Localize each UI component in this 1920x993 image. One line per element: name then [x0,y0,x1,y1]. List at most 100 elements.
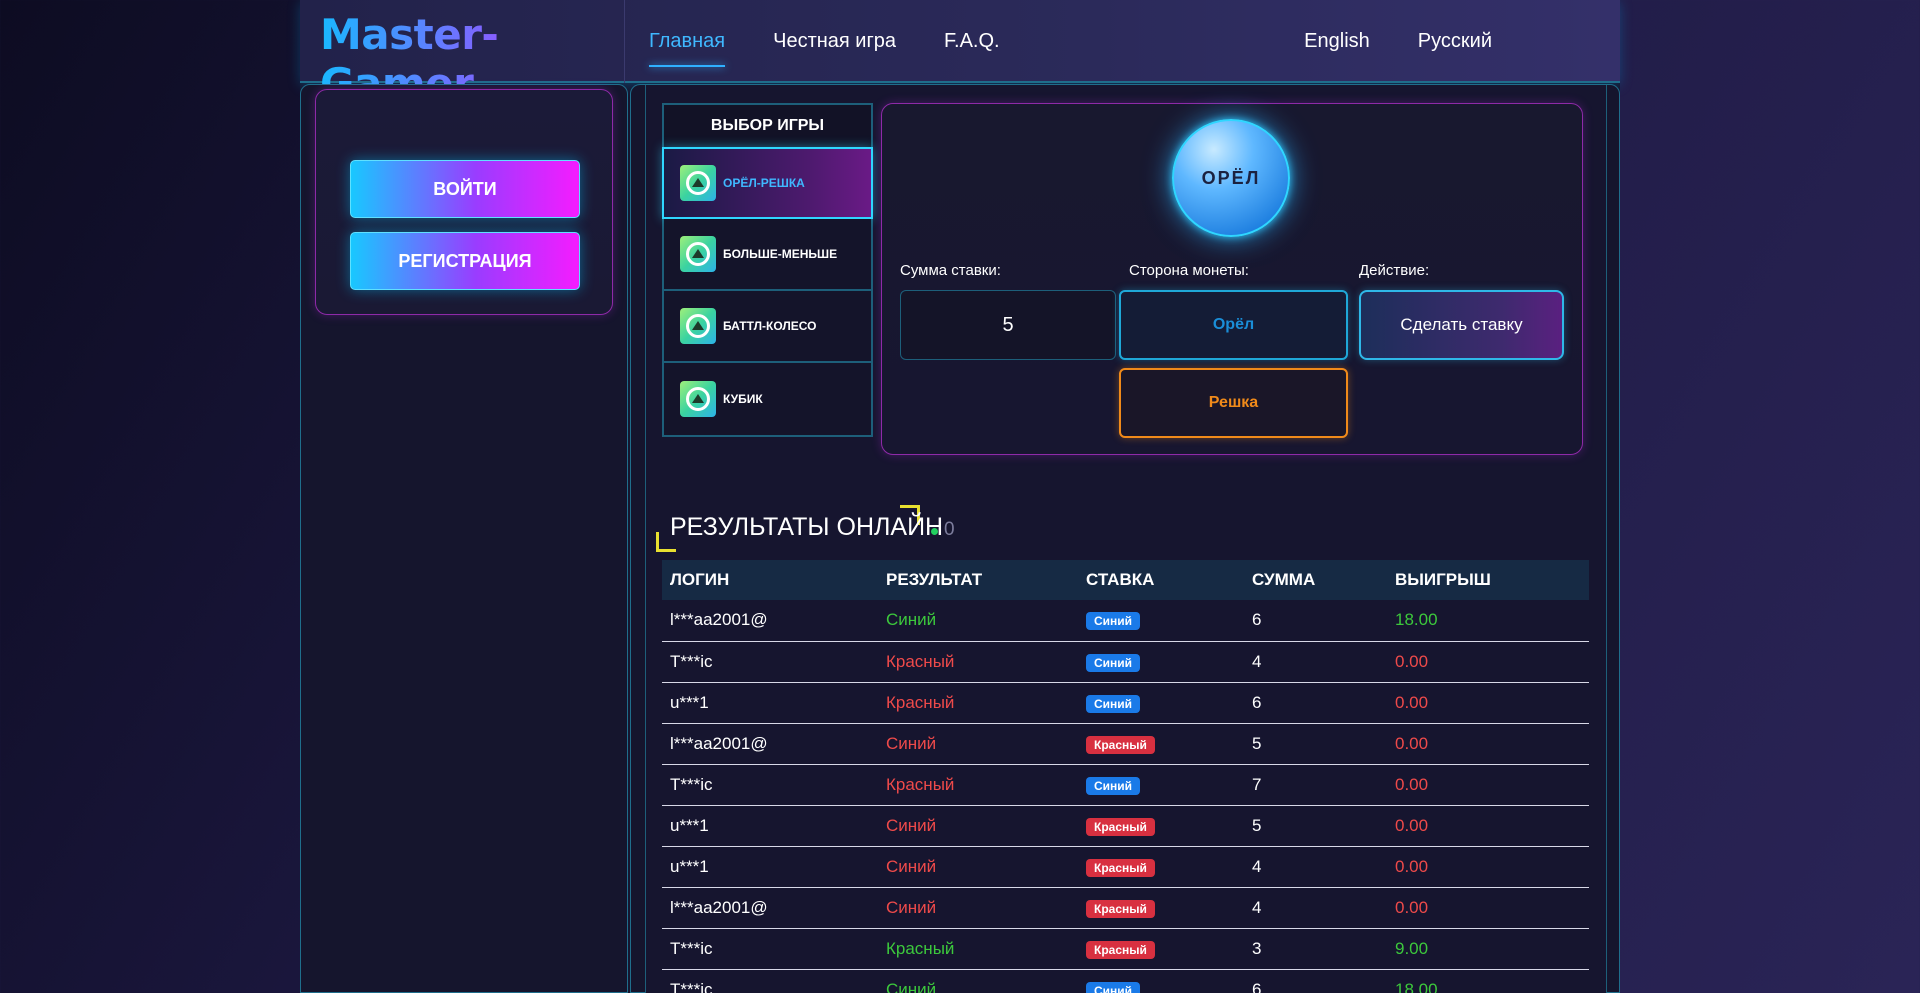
cell-win: 9.00 [1387,928,1589,970]
table-row: u***1 Синий Красный 4 0.00 [662,846,1589,888]
table-row: l***aa2001@ Синий Синий 6 18.00 [662,600,1589,642]
cell-bet: Синий [1078,764,1244,806]
table-row: u***1 Синий Красный 5 0.00 [662,805,1589,847]
register-button[interactable]: РЕГИСТРАЦИЯ [350,232,580,290]
login-button[interactable]: ВОЙТИ [350,160,580,218]
nav-faq[interactable]: F.A.Q. [944,30,1000,53]
cell-sum: 6 [1244,600,1387,642]
bet-badge: Синий [1086,694,1141,713]
cell-result: Красный [878,641,1078,683]
cell-sum: 3 [1244,928,1387,970]
cell-win: 0.00 [1387,682,1589,724]
game-item-dice[interactable]: КУБИК [664,363,871,435]
cell-sum: 5 [1244,805,1387,847]
triangle-in-circle-icon [680,308,716,344]
cell-login: l***aa2001@ [662,887,878,929]
main-nav: Главная Честная игра F.A.Q. [649,0,1048,83]
cell-sum: 5 [1244,723,1387,765]
cell-sum: 6 [1244,682,1387,724]
bet-amount-label: Сумма ставки: [900,262,1001,279]
cell-bet: Красный [1078,928,1244,970]
results-body: l***aa2001@ Синий Синий 6 18.00 T***ic Красный… [662,600,1589,993]
nav-fair-play[interactable]: Честная игра [773,30,896,53]
nav-home[interactable]: Главная [649,30,726,67]
main-inner: ВЫБОР ИГРЫ ОРЁЛ-РЕШКА БОЛЬШЕ-МЕНЬШЕ БАТТ… [645,85,1607,993]
game-item-heads-tails[interactable]: ОРЁЛ-РЕШКА [662,147,873,219]
results-title: РЕЗУЛЬТАТЫ ОНЛАЙН [670,513,944,541]
header: Master-Gamer Главная Честная игра F.A.Q.… [300,0,1620,108]
column-header: ВЫИГРЫШ [1387,560,1589,600]
action-label: Действие: [1359,262,1430,279]
online-count: 0 [944,519,955,540]
cell-login: u***1 [662,805,878,847]
sidebar: ВОЙТИ РЕГИСТРАЦИЯ [300,84,628,993]
logo-area: Master-Gamer [300,0,625,108]
cell-sum: 4 [1244,887,1387,929]
triangle-in-circle-icon [680,381,716,417]
auth-box: ВОЙТИ РЕГИСТРАЦИЯ [315,89,613,315]
table-row: T***ic Красный Синий 4 0.00 [662,641,1589,683]
bet-badge: Синий [1086,776,1141,795]
column-header: РЕЗУЛЬТАТ [878,560,1078,600]
table-row: T***ic Красный Красный 3 9.00 [662,928,1589,970]
game-select-title: ВЫБОР ИГРЫ [664,105,871,149]
online-indicator-icon [931,528,938,535]
cell-win: 0.00 [1387,805,1589,847]
cell-win: 0.00 [1387,846,1589,888]
cell-result: Синий [878,846,1078,888]
table-row: l***aa2001@ Синий Красный 4 0.00 [662,887,1589,929]
table-header-row: ЛОГИН РЕЗУЛЬТАТ СТАВКА СУММА ВЫИГРЫШ [662,560,1589,600]
lang-english[interactable]: English [1304,30,1370,53]
bet-badge: Синий [1086,981,1141,993]
cell-sum: 7 [1244,764,1387,806]
cell-sum: 4 [1244,641,1387,683]
language-switcher: English Русский [1256,0,1492,83]
cell-win: 0.00 [1387,764,1589,806]
cell-login: T***ic [662,969,878,993]
bet-badge: Красный [1086,940,1155,959]
coin-side-label: Сторона монеты: [1129,262,1249,279]
triangle-in-circle-icon [680,165,716,201]
page: Master-Gamer Главная Честная игра F.A.Q.… [300,0,1620,993]
cell-result: Синий [878,969,1078,993]
place-bet-button[interactable]: Сделать ставку [1359,290,1564,360]
bet-amount-input[interactable] [900,290,1116,360]
cell-win: 18.00 [1387,969,1589,993]
cell-login: T***ic [662,641,878,683]
bet-badge: Синий [1086,612,1141,631]
cell-bet: Синий [1078,682,1244,724]
cell-win: 0.00 [1387,723,1589,765]
cell-bet: Красный [1078,887,1244,929]
game-item-battle-wheel[interactable]: БАТТЛ-КОЛЕСО [664,291,871,363]
column-header: СУММА [1244,560,1387,600]
heads-button[interactable]: Орёл [1119,290,1348,360]
cell-result: Синий [878,805,1078,847]
game-item-label: ОРЁЛ-РЕШКА [723,176,805,190]
cell-bet: Синий [1078,641,1244,683]
cell-result: Синий [878,723,1078,765]
cell-bet: Синий [1078,969,1244,993]
cell-login: l***aa2001@ [662,723,878,765]
table-row: T***ic Синий Синий 6 18.00 [662,969,1589,993]
table-row: u***1 Красный Синий 6 0.00 [662,682,1589,724]
bet-badge: Красный [1086,858,1155,877]
cell-win: 0.00 [1387,641,1589,683]
cell-login: T***ic [662,764,878,806]
triangle-in-circle-icon [680,236,716,272]
cell-sum: 4 [1244,846,1387,888]
column-header: СТАВКА [1078,560,1244,600]
game-select: ВЫБОР ИГРЫ ОРЁЛ-РЕШКА БОЛЬШЕ-МЕНЬШЕ БАТТ… [662,103,873,437]
lang-russian[interactable]: Русский [1418,30,1492,53]
cell-win: 0.00 [1387,887,1589,929]
cell-login: T***ic [662,928,878,970]
cell-result: Красный [878,764,1078,806]
bet-badge: Красный [1086,899,1155,918]
tails-button[interactable]: Решка [1119,368,1348,438]
cell-result: Красный [878,682,1078,724]
cell-login: l***aa2001@ [662,600,878,642]
cell-login: u***1 [662,682,878,724]
bet-badge: Красный [1086,817,1155,836]
bet-badge: Синий [1086,653,1141,672]
game-item-higher-lower[interactable]: БОЛЬШЕ-МЕНЬШЕ [664,219,871,291]
table-row: T***ic Красный Синий 7 0.00 [662,764,1589,806]
